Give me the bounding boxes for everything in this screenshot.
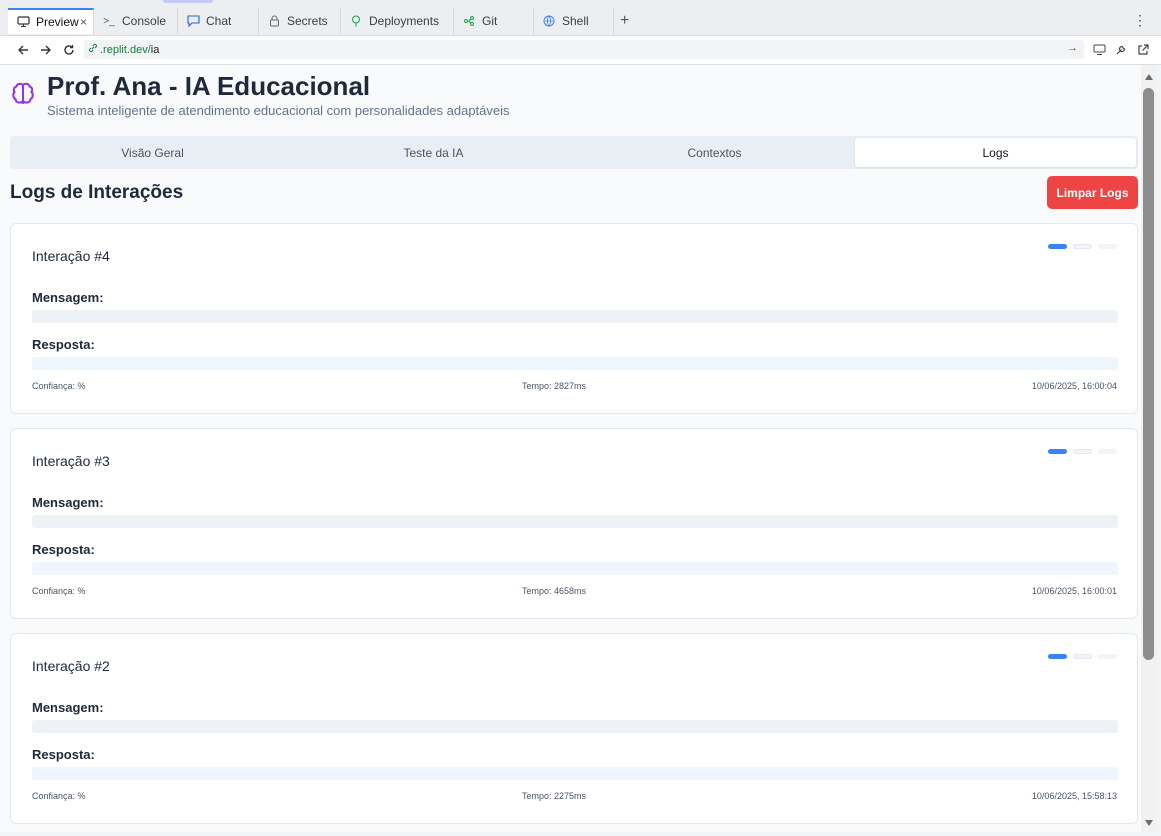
device-icon[interactable] (1091, 42, 1107, 58)
scrollbar-thumb[interactable] (1143, 88, 1154, 660)
go-arrow-icon[interactable]: → (1067, 42, 1078, 54)
link-icon (88, 43, 98, 56)
url-path: ia (150, 43, 160, 56)
shell-icon (542, 14, 556, 28)
log-card-title: Interação #3 (32, 453, 110, 469)
message-content (32, 310, 1118, 323)
logs-heading: Logs de Interações (10, 182, 184, 203)
message-label: Mensagem: (32, 495, 104, 510)
response-label: Resposta: (32, 747, 95, 762)
time-value: Tempo: 2827ms (522, 381, 587, 391)
brain-icon (10, 81, 36, 107)
message-content (32, 515, 1118, 528)
log-card-indicators (1048, 244, 1117, 249)
message-label: Mensagem: (32, 290, 104, 305)
external-link-icon[interactable] (1135, 42, 1151, 58)
git-icon (462, 14, 476, 28)
time-value: Tempo: 4658ms (522, 586, 587, 596)
tab-preview[interactable]: Preview × (8, 8, 94, 34)
tab-git[interactable]: Git (454, 8, 534, 34)
tab-console[interactable]: >_ Console (94, 8, 178, 34)
response-content (32, 562, 1118, 575)
reload-icon[interactable] (61, 42, 77, 58)
tab-chat[interactable]: Chat (178, 8, 259, 34)
close-icon[interactable]: × (80, 15, 87, 29)
time-value: Tempo: 2275ms (522, 791, 587, 801)
indicator (1098, 654, 1117, 659)
tab-label: Git (482, 14, 498, 28)
indicator (1073, 654, 1092, 659)
timestamp: 10/06/2025, 15:58:13 (1031, 791, 1117, 801)
tab-teste-ia[interactable]: Teste da IA (293, 138, 574, 167)
tab-label: Preview (36, 15, 79, 29)
log-card: Interação #4 Mensagem: Resposta: Confian… (10, 223, 1138, 414)
indicator (1098, 449, 1117, 454)
indicator (1073, 449, 1092, 454)
terminal-icon: >_ (103, 15, 115, 27)
back-arrow-icon[interactable] (15, 42, 31, 58)
message-content (32, 720, 1118, 733)
tab-label: Secrets (287, 14, 328, 28)
indicator-active (1048, 449, 1067, 454)
preview-viewport: Prof. Ana - IA Educacional Sistema intel… (0, 65, 1141, 832)
tab-label: Shell (562, 14, 589, 28)
response-label: Resposta: (32, 542, 95, 557)
clear-logs-button[interactable]: Limpar Logs (1047, 176, 1138, 209)
timestamp: 10/06/2025, 16:00:04 (1031, 381, 1117, 391)
top-indicator (163, 0, 213, 3)
section-tabs: Visão Geral Teste da IA Contextos Logs (10, 136, 1138, 169)
url-field[interactable]: .replit.dev/ia → (84, 40, 1084, 59)
window-top-strip (0, 0, 1161, 8)
confidence-value: Confiança: % (32, 791, 86, 801)
deploy-icon (349, 14, 363, 28)
lock-icon (267, 14, 281, 28)
scroll-down-icon[interactable] (1143, 817, 1155, 829)
scroll-up-icon[interactable] (1143, 71, 1155, 83)
tab-label: Deployments (369, 14, 440, 28)
tab-secrets[interactable]: Secrets (259, 8, 341, 34)
chat-icon (186, 14, 200, 28)
response-content (32, 767, 1118, 780)
workspace-tabbar: Preview × >_ Console Chat Secrets Deploy… (0, 8, 1161, 36)
tab-label: Chat (206, 14, 232, 28)
indicator-active (1048, 244, 1067, 249)
tab-shell[interactable]: Shell (534, 8, 614, 34)
log-card-indicators (1048, 449, 1117, 454)
indicator (1098, 244, 1117, 249)
url-host: .replit.dev/ (100, 43, 151, 56)
tab-visao-geral[interactable]: Visão Geral (12, 138, 293, 167)
confidence-value: Confiança: % (32, 381, 86, 391)
response-label: Resposta: (32, 337, 95, 352)
log-card-indicators (1048, 654, 1117, 659)
tab-deployments[interactable]: Deployments (341, 8, 454, 34)
indicator-active (1048, 654, 1067, 659)
indicator (1073, 244, 1092, 249)
message-label: Mensagem: (32, 700, 104, 715)
tab-logs[interactable]: Logs (855, 138, 1136, 167)
confidence-value: Confiança: % (32, 586, 86, 596)
page-title: Prof. Ana - IA Educacional (47, 71, 371, 101)
log-card-title: Interação #4 (32, 248, 110, 264)
response-content (32, 357, 1118, 370)
monitor-icon (16, 15, 30, 29)
forward-arrow-icon[interactable] (38, 42, 54, 58)
wrench-icon[interactable] (1113, 42, 1129, 58)
tab-label: Console (122, 14, 167, 28)
timestamp: 10/06/2025, 16:00:01 (1031, 586, 1117, 596)
log-card: Interação #3 Mensagem: Resposta: Confian… (10, 428, 1138, 619)
more-vertical-icon[interactable]: ⋮ (1133, 12, 1147, 29)
address-bar: .replit.dev/ia → (0, 36, 1161, 65)
page-subtitle: Sistema inteligente de atendimento educa… (47, 103, 510, 118)
tab-contextos[interactable]: Contextos (574, 138, 855, 167)
log-card-title: Interação #2 (32, 658, 110, 674)
add-tab-icon[interactable]: + (620, 12, 629, 30)
log-card: Interação #2 Mensagem: Resposta: Confian… (10, 633, 1138, 824)
